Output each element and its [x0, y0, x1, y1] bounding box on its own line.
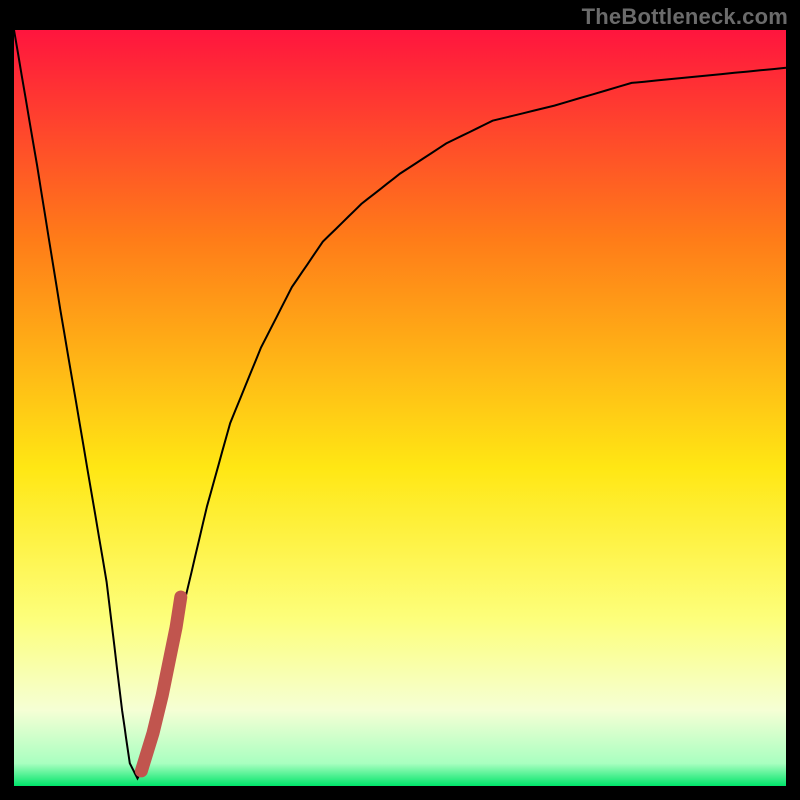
watermark-text: TheBottleneck.com: [582, 4, 788, 30]
gradient-background: [14, 30, 786, 786]
bottleneck-chart: [14, 30, 786, 786]
chart-frame: TheBottleneck.com: [0, 0, 800, 800]
plot-area: [14, 30, 786, 786]
